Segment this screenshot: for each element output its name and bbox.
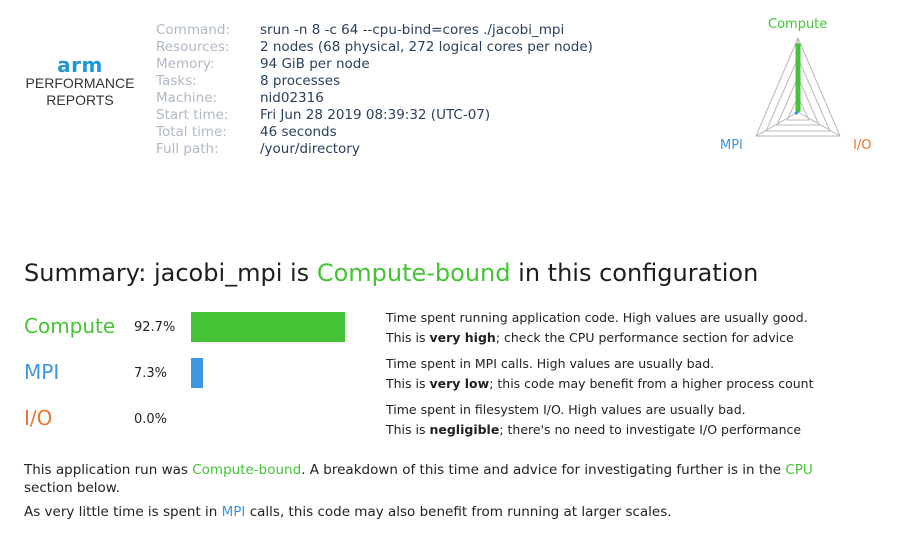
description-line: Time spent in MPI calls. High values are… [386,356,715,371]
description-text: ; check the CPU performance section for … [495,330,794,345]
description-text: This is [386,376,430,391]
radar-label-mpi: MPI [720,138,743,153]
description-emphasis: very high [429,330,496,345]
metric-row-compute: Compute 92.7% Time spent running applica… [24,308,884,348]
meta-key: Start time: [156,107,229,123]
meta-value: nid02316 [260,90,324,106]
description-line: Time spent running application code. Hig… [386,310,808,325]
description-text: ; there's no need to investigate I/O per… [499,422,802,437]
cpu-section-link[interactable]: CPU [785,462,812,478]
compute-bound-link: Compute-bound [192,462,302,478]
description-line: This is negligible; there's no need to i… [386,420,801,440]
meta-row-total-time: Total time: 46 seconds [156,124,593,141]
meta-row-tasks: Tasks: 8 processes [156,73,593,90]
meta-value: Fri Jun 28 2019 08:39:32 (UTC-07) [260,107,491,123]
logo-line-1: PERFORMANCE [25,75,135,91]
description-text: This is [386,330,430,345]
meta-value: /your/directory [260,141,360,157]
metric-name-io: I/O [24,406,53,430]
paragraph-text: . A breakdown of this time and advice fo… [301,462,786,478]
meta-key: Tasks: [156,73,197,89]
meta-row-memory: Memory: 94 GiB per node [156,56,593,73]
logo-brand: arm [57,53,103,77]
paragraph-text: section below. [24,480,120,496]
metric-percent-mpi: 7.3% [134,366,168,381]
meta-row-resources: Resources: 2 nodes (68 physical, 272 log… [156,39,593,56]
meta-value: 2 nodes (68 physical, 272 logical cores … [260,39,593,55]
description-line: Time spent in filesystem I/O. High value… [386,402,746,417]
meta-row-start-time: Start time: Fri Jun 28 2019 08:39:32 (UT… [156,107,593,124]
metric-description-mpi: Time spent in MPI calls. High values are… [386,354,814,394]
metric-description-compute: Time spent running application code. Hig… [386,308,808,348]
summary-suffix: in this configuration [510,259,759,287]
metric-percent-io: 0.0% [134,412,168,427]
meta-value: 8 processes [260,73,341,89]
meta-row-machine: Machine: nid02316 [156,90,593,107]
metric-bar-mpi [191,358,203,388]
description-line: This is very high; check the CPU perform… [386,328,808,348]
analysis-paragraph-2: As very little time is spent in MPI call… [24,503,864,521]
logo-line-2: REPORTS [46,92,114,108]
mpi-section-link[interactable]: MPI [222,504,246,520]
meta-row-command: Command: srun -n 8 -c 64 --cpu-bind=core… [156,22,593,39]
run-metadata: Command: srun -n 8 -c 64 --cpu-bind=core… [156,22,593,158]
metric-bar-compute [191,312,345,342]
meta-key: Resources: [156,39,230,55]
description-text: ; this code may benefit from a higher pr… [489,376,814,391]
paragraph-text: calls, this code may also benefit from r… [245,504,672,520]
summary-prefix: Summary: jacobi_mpi is [24,259,317,287]
meta-key: Memory: [156,56,215,72]
performance-radar-chart: Compute MPI I/O [716,14,886,160]
meta-key: Total time: [156,124,227,140]
metric-bar-track [191,404,357,434]
metric-bar-track [191,358,357,388]
metric-name-mpi: MPI [24,360,60,384]
metric-description-io: Time spent in filesystem I/O. High value… [386,400,801,440]
description-text: This is [386,422,430,437]
meta-row-full-path: Full path: /your/directory [156,141,593,158]
meta-key: Machine: [156,90,218,106]
meta-value: 94 GiB per node [260,56,370,72]
description-emphasis: negligible [429,422,500,437]
radar-label-compute: Compute [768,17,828,32]
radar-mpi-value [794,110,799,116]
analysis-paragraph-1: This application run was Compute-bound. … [24,461,864,497]
metric-row-mpi: MPI 7.3% Time spent in MPI calls. High v… [24,354,884,394]
meta-value: 46 seconds [260,124,337,140]
paragraph-text: As very little time is spent in [24,504,222,520]
meta-key: Full path: [156,141,219,157]
summary-highlight: Compute-bound [316,259,511,287]
radar-axis-mpi [755,111,799,137]
metric-name-compute: Compute [24,314,116,338]
metric-row-io: I/O 0.0% Time spent in filesystem I/O. H… [24,400,884,440]
radar-axis-io [797,111,841,137]
metric-bar-track [191,312,357,342]
meta-key: Command: [156,22,230,38]
meta-value: srun -n 8 -c 64 --cpu-bind=cores ./jacob… [260,22,565,38]
arm-performance-reports-logo: arm PERFORMANCE REPORTS [20,55,140,109]
paragraph-text: This application run was [24,462,193,478]
description-emphasis: very low [429,376,490,391]
radar-label-io: I/O [853,138,872,153]
summary-heading: Summary: jacobi_mpi is Compute-bound in … [24,259,758,287]
description-line: This is very low; this code may benefit … [386,374,814,394]
metric-percent-compute: 92.7% [134,320,176,335]
